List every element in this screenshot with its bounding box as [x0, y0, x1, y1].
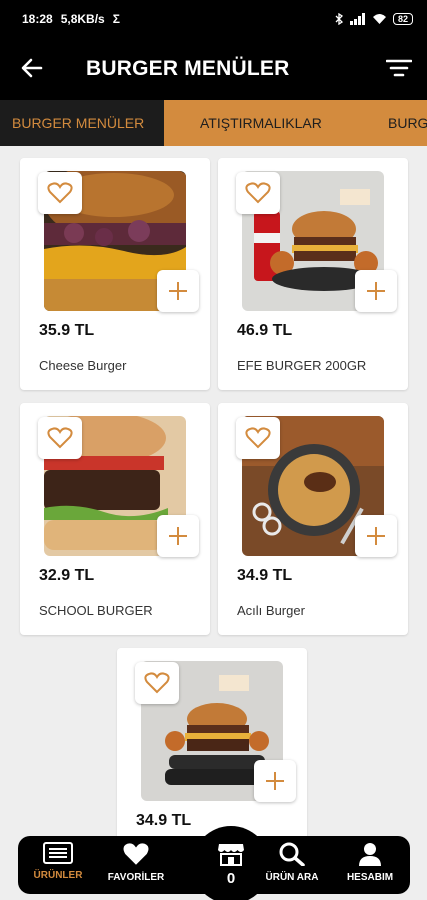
product-name: Acılı Burger — [237, 603, 305, 618]
store-icon — [218, 844, 244, 866]
nav-label: ÜRÜNLER — [33, 870, 83, 881]
status-net-speed: 5,8KB/s — [60, 12, 105, 26]
nav-hesabim[interactable]: HESABIM — [335, 842, 405, 883]
user-icon — [359, 843, 381, 866]
nav-label: HESABIM — [346, 872, 394, 883]
plus-icon — [367, 282, 385, 300]
heart-icon — [245, 427, 271, 449]
bottom-nav: ÜRÜNLER FAVORİLER 0 ÜRÜN ARA HESABIM — [18, 826, 410, 900]
battery-icon: 82 — [392, 13, 413, 25]
product-card[interactable]: 35.9 TL Cheese Burger — [20, 158, 210, 390]
bluetooth-icon — [335, 13, 344, 25]
status-bar: 18:28 5,8KB/s Σ 82 — [0, 0, 427, 38]
favorite-button[interactable] — [135, 662, 179, 704]
cart-count: 0 — [226, 870, 236, 887]
plus-icon — [169, 282, 187, 300]
tab-burger-menuler[interactable]: BURGER MENÜLER — [0, 100, 164, 146]
product-name: EFE BURGER 200GR — [237, 358, 367, 373]
heart-icon — [245, 182, 271, 204]
product-card[interactable]: 32.9 TL SCHOOL BURGER — [20, 403, 210, 635]
favorite-button[interactable] — [38, 172, 82, 214]
back-arrow-icon — [21, 58, 43, 78]
app-bar: BURGER MENÜLER — [0, 38, 427, 100]
add-to-cart-button[interactable] — [355, 515, 397, 557]
heart-icon — [47, 182, 73, 204]
heart-icon — [144, 672, 170, 694]
product-price: 35.9 TL — [39, 322, 95, 339]
product-card[interactable]: 34.9 TL Acılı Burger — [218, 403, 408, 635]
filter-button[interactable] — [385, 54, 413, 82]
list-icon — [43, 842, 73, 864]
status-sigma: Σ — [112, 12, 120, 26]
add-to-cart-button[interactable] — [355, 270, 397, 312]
add-to-cart-button[interactable] — [254, 760, 296, 802]
signal-icon — [349, 13, 365, 25]
product-price: 34.9 TL — [136, 812, 192, 829]
add-to-cart-button[interactable] — [157, 270, 199, 312]
heart-filled-icon — [123, 843, 149, 865]
nav-label: ÜRÜN ARA — [265, 872, 319, 883]
tab-atistirmaliklar[interactable]: ATIŞTIRMALIKLAR — [188, 100, 334, 146]
nav-urun-ara[interactable]: ÜRÜN ARA — [257, 842, 327, 883]
product-price: 34.9 TL — [237, 567, 293, 584]
product-grid: 35.9 TL Cheese Burger 46.9 TL EFE BURGER… — [0, 146, 427, 900]
status-time: 18:28 — [22, 12, 53, 26]
back-button[interactable] — [18, 54, 46, 82]
search-icon — [279, 842, 305, 866]
wifi-icon — [372, 14, 386, 24]
nav-urunler[interactable]: ÜRÜNLER — [23, 842, 93, 881]
page-title: BURGER MENÜLER — [86, 57, 290, 80]
favorite-button[interactable] — [38, 417, 82, 459]
product-price: 32.9 TL — [39, 567, 95, 584]
product-name: SCHOOL BURGER — [39, 603, 153, 618]
tab-burger[interactable]: BURG — [376, 100, 427, 146]
favorite-button[interactable] — [236, 172, 280, 214]
plus-icon — [367, 527, 385, 545]
heart-icon — [47, 427, 73, 449]
plus-icon — [169, 527, 187, 545]
filter-icon — [386, 59, 412, 77]
nav-label: FAVORİLER — [107, 872, 165, 883]
category-tabs: BURGER MENÜLER ATIŞTIRMALIKLAR BURG — [0, 100, 427, 146]
add-to-cart-button[interactable] — [157, 515, 199, 557]
nav-favoriler[interactable]: FAVORİLER — [101, 842, 171, 883]
product-card[interactable]: 46.9 TL EFE BURGER 200GR — [218, 158, 408, 390]
favorite-button[interactable] — [236, 417, 280, 459]
product-price: 46.9 TL — [237, 322, 293, 339]
product-name: Cheese Burger — [39, 358, 127, 373]
plus-icon — [266, 772, 284, 790]
